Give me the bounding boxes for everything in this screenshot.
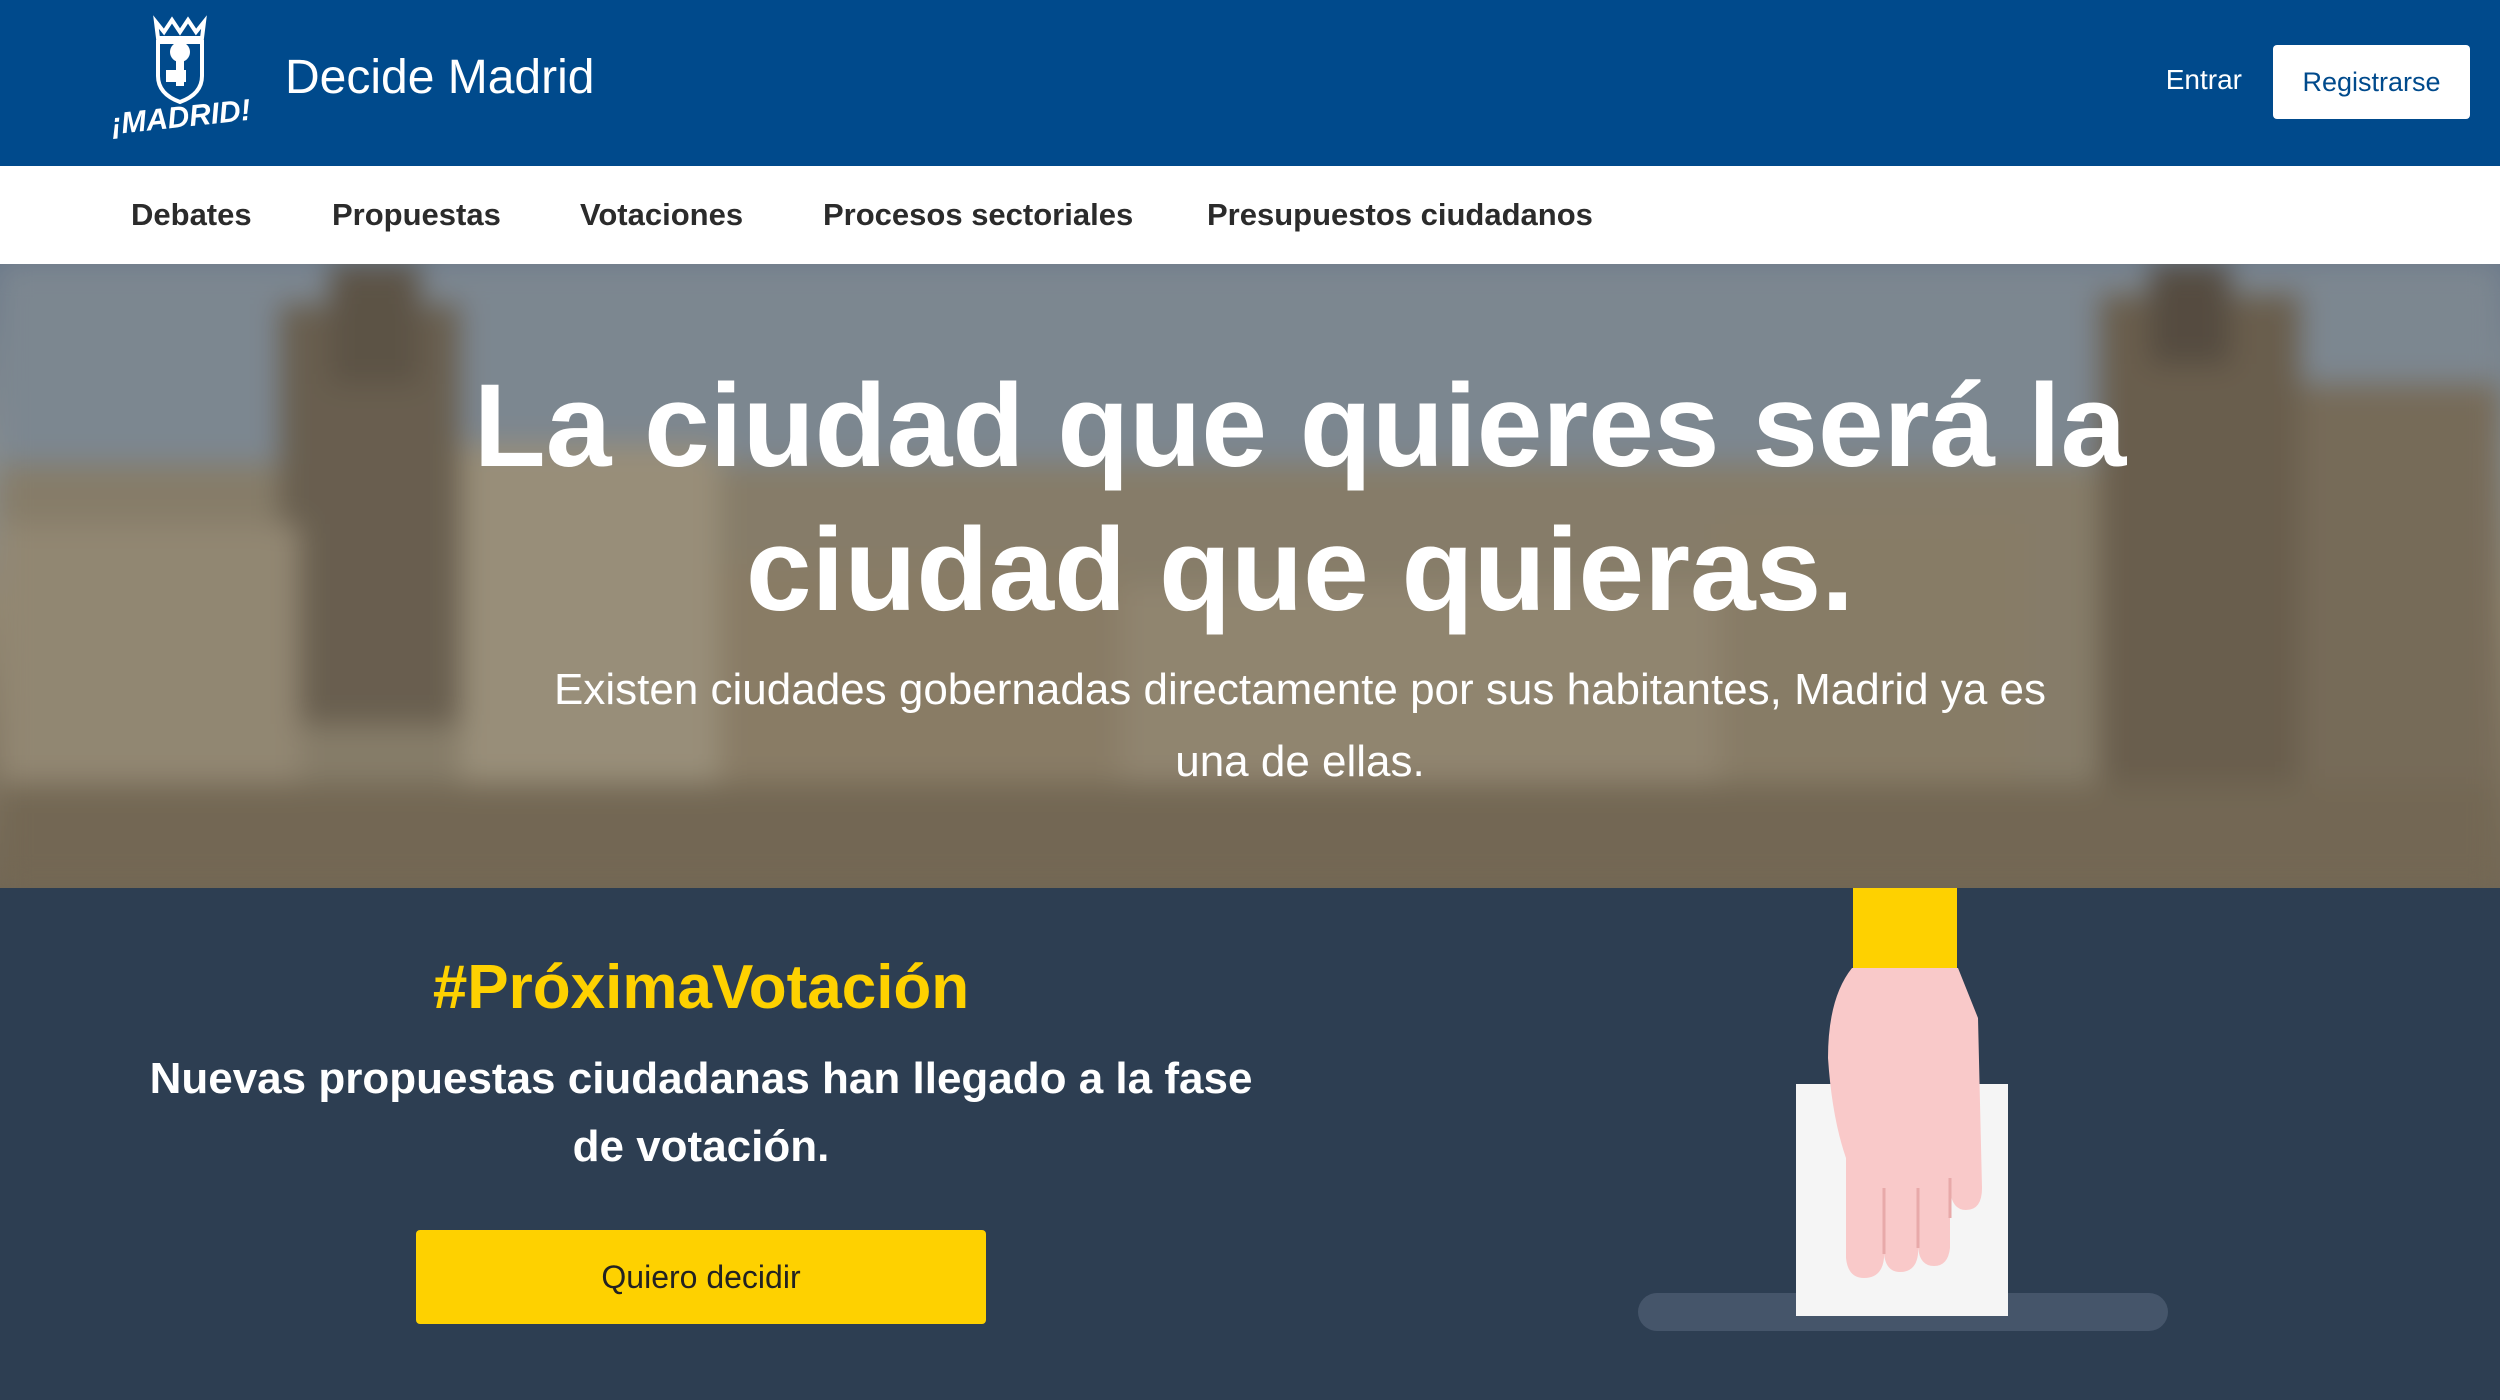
hero-title-line-1: La ciudad que quieres será la xyxy=(473,360,2127,492)
hero-subtitle: Existen ciudades gobernadas directamente… xyxy=(500,654,2100,798)
top-header: ¡MADRID! Decide Madrid Entrar Registrars… xyxy=(0,0,2500,166)
next-vote-hashtag: #PróximaVotación xyxy=(432,953,970,1022)
main-nav: Debates Propuestas Votaciones Procesos s… xyxy=(0,166,2500,265)
hero-subtitle-line-1: Existen ciudades gobernadas directamente… xyxy=(554,665,2046,714)
quiero-decidir-button[interactable]: Quiero decidir xyxy=(416,1230,986,1324)
next-vote-description: Nuevas propuestas ciudadanas han llegado… xyxy=(140,1045,1262,1181)
next-vote-description-line-1: Nuevas propuestas ciudadanas han llegado… xyxy=(149,1054,1253,1103)
sleeve xyxy=(1853,888,1957,968)
hero-title: La ciudad que quieres será la ciudad que… xyxy=(350,354,2250,642)
ballot-hand-illustration xyxy=(1638,888,2168,1331)
register-button[interactable]: Registrarse xyxy=(2273,45,2470,119)
next-vote-description-line-2: de votación. xyxy=(572,1122,830,1171)
hero-subtitle-line-2: una de ellas. xyxy=(1175,737,1425,786)
login-link[interactable]: Entrar xyxy=(2166,60,2242,100)
hero-banner: La ciudad que quieres será la ciudad que… xyxy=(0,264,2500,888)
hero-title-line-2: ciudad que quieras. xyxy=(745,504,1855,636)
nav-item-debates[interactable]: Debates xyxy=(131,194,252,236)
next-vote-section: #PróximaVotación Nuevas propuestas ciuda… xyxy=(0,888,2500,1400)
nav-item-votaciones[interactable]: Votaciones xyxy=(580,194,743,236)
site-title[interactable]: Decide Madrid xyxy=(285,46,594,110)
nav-item-procesos-sectoriales[interactable]: Procesos sectoriales xyxy=(823,194,1133,236)
nav-item-propuestas[interactable]: Propuestas xyxy=(332,194,501,236)
madrid-logo[interactable]: ¡MADRID! xyxy=(106,14,256,144)
nav-item-presupuestos-ciudadanos[interactable]: Presupuestos ciudadanos xyxy=(1207,194,1593,236)
